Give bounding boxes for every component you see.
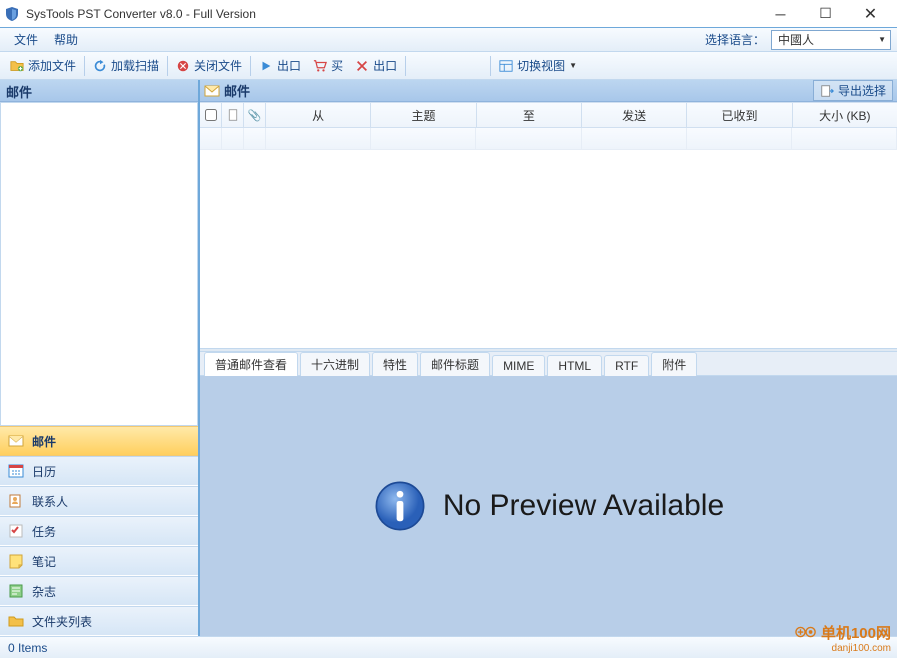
column-header-row: 📎 从 主题 至 发送 已收到 大小 (KB) [200,102,897,128]
language-label: 选择语言： [705,31,765,48]
tab-rtf[interactable]: RTF [604,355,649,376]
close-file-icon [176,59,190,73]
chevron-down-icon: ▼ [569,61,577,70]
mail-icon [8,433,24,449]
buy-button[interactable]: 买 [307,55,349,76]
list-header-label: 邮件 [204,81,250,100]
watermark-icon [795,621,817,643]
col-sent[interactable]: 发送 [582,103,687,127]
export-button[interactable]: 出口 [253,55,307,76]
cart-icon [313,59,327,73]
calendar-icon [8,463,24,479]
col-received[interactable]: 已收到 [687,103,792,127]
col-attachment[interactable]: 📎 [244,103,266,127]
tab-normal-view[interactable]: 普通邮件查看 [204,352,298,376]
menu-bar: 文件 帮助 选择语言： 中國人 ▼ [0,28,897,52]
menu-file[interactable]: 文件 [6,29,46,50]
cat-notes[interactable]: 笔记 [0,546,198,576]
refresh-icon [93,59,107,73]
cat-folders[interactable]: 文件夹列表 [0,606,198,636]
play-icon [259,59,273,73]
tab-mime[interactable]: MIME [492,355,545,376]
col-msgicon[interactable] [222,103,244,127]
title-bar: SysTools PST Converter v8.0 - Full Versi… [0,0,897,28]
export-selected-button[interactable]: 导出选择 [813,80,893,101]
export-icon [820,84,834,98]
tab-attachments[interactable]: 附件 [651,352,697,376]
no-preview-text: No Preview Available [443,489,724,523]
window-buttons: ─ ☐ ✕ [758,0,893,27]
watermark: 单机100网 danji100.com [795,621,891,654]
minimize-button[interactable]: ─ [758,0,803,27]
col-from[interactable]: 从 [266,103,371,127]
right-panel: 邮件 导出选择 📎 从 主题 至 发送 已收到 大小 (KB) [200,80,897,636]
x-icon [355,59,369,73]
toolbar: 添加文件 加载扫描 关闭文件 出口 买 出口 切换视图 ▼ [0,52,897,80]
col-subject[interactable]: 主题 [371,103,476,127]
tab-html[interactable]: HTML [547,355,602,376]
app-icon [4,6,20,22]
menu-help[interactable]: 帮助 [46,29,86,50]
language-value: 中國人 [778,31,814,48]
status-items: 0 Items [8,641,47,655]
chevron-down-icon: ▼ [878,35,886,44]
attachment-icon: 📎 [248,109,262,122]
main-area: 邮件 邮件 日历 联系人 任务 笔记 [0,80,897,636]
category-list: 邮件 日历 联系人 任务 笔记 杂志 [0,426,198,636]
tab-hex[interactable]: 十六进制 [300,352,370,376]
window-title: SysTools PST Converter v8.0 - Full Versi… [26,7,758,21]
layout-icon [499,59,513,73]
journal-icon [8,583,24,599]
left-panel: 邮件 邮件 日历 联系人 任务 笔记 [0,80,200,636]
tab-header[interactable]: 邮件标题 [420,352,490,376]
contacts-icon [8,493,24,509]
cat-mail[interactable]: 邮件 [0,426,198,456]
select-all-checkbox[interactable] [205,109,217,121]
add-file-button[interactable]: 添加文件 [4,55,82,76]
language-dropdown[interactable]: 中國人 ▼ [771,30,891,50]
mail-icon [204,83,220,99]
list-header: 邮件 导出选择 [200,80,897,102]
folder-tree[interactable] [0,102,198,426]
notes-icon [8,553,24,569]
col-checkbox[interactable] [200,103,222,127]
cat-calendar[interactable]: 日历 [0,456,198,486]
preview-pane: No Preview Available [200,376,897,636]
close-file-button[interactable]: 关闭文件 [170,55,248,76]
table-row [200,128,897,150]
page-icon [227,109,239,121]
folder-add-icon [10,59,24,73]
left-header: 邮件 [0,80,198,102]
mail-grid[interactable] [200,128,897,348]
preview-tabs: 普通邮件查看 十六进制 特性 邮件标题 MIME HTML RTF 附件 [200,352,897,376]
maximize-button[interactable]: ☐ [803,0,848,27]
col-to[interactable]: 至 [477,103,582,127]
status-bar: 0 Items [0,636,897,658]
folders-icon [8,613,24,629]
info-icon [373,479,427,533]
tasks-icon [8,523,24,539]
load-scan-button[interactable]: 加载扫描 [87,55,165,76]
close-button[interactable]: ✕ [848,0,893,27]
cat-journal[interactable]: 杂志 [0,576,198,606]
cat-tasks[interactable]: 任务 [0,516,198,546]
tab-properties[interactable]: 特性 [372,352,418,376]
export2-button[interactable]: 出口 [349,55,403,76]
col-size[interactable]: 大小 (KB) [793,103,897,127]
switch-view-button[interactable]: 切换视图 ▼ [493,55,583,76]
cat-contacts[interactable]: 联系人 [0,486,198,516]
